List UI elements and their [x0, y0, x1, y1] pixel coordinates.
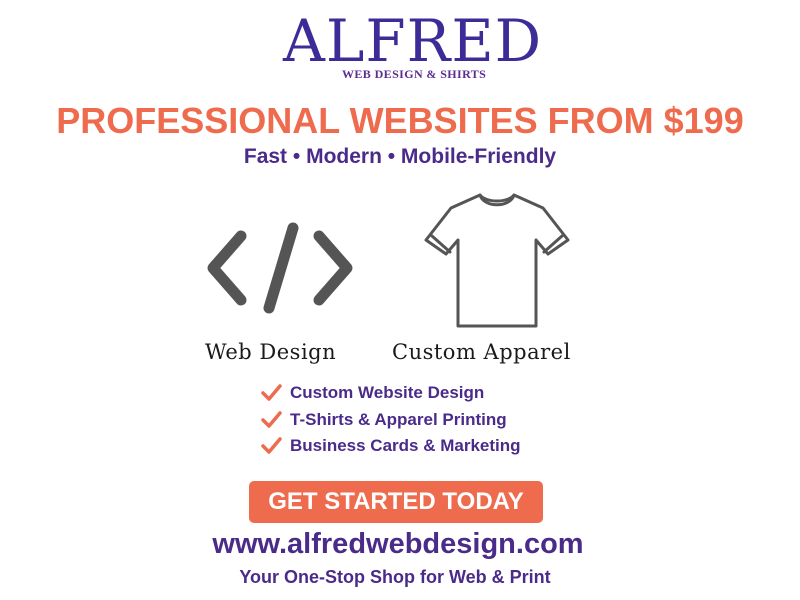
service-label-custom-apparel: Custom Apparel — [392, 340, 571, 364]
feature-label: T-Shirts & Apparel Printing — [290, 409, 507, 429]
checkmark-icon — [261, 437, 282, 454]
logo-wordmark: ALFRED — [283, 7, 543, 75]
code-icon — [207, 222, 353, 314]
headline: PROFESSIONAL WEBSITES FROM $199 — [56, 100, 744, 141]
service-label-web-design: Web Design — [205, 340, 337, 364]
brand-logo: ALFRED WEB DESIGN & SHIRTS — [0, 12, 800, 84]
list-item: T-Shirts & Apparel Printing — [260, 407, 521, 434]
list-item: Business Cards & Marketing — [260, 433, 521, 460]
feature-label: Custom Website Design — [290, 383, 485, 403]
tagline: Fast • Modern • Mobile-Friendly — [243, 145, 557, 168]
website-link[interactable]: www.alfredwebdesign.com — [0, 526, 796, 562]
t-shirt-icon — [424, 193, 570, 328]
feature-label: Business Cards & Marketing — [290, 436, 521, 456]
get-started-button[interactable]: GET STARTED TODAY — [249, 481, 543, 523]
checkmark-icon — [261, 384, 282, 401]
slogan: Your One-Stop Shop for Web & Print — [239, 567, 551, 587]
checkmark-icon — [261, 411, 282, 428]
logo-subtitle: WEB DESIGN & SHIRTS — [342, 67, 487, 81]
list-item: Custom Website Design — [260, 380, 521, 407]
feature-list: Custom Website Design T-Shirts & Apparel… — [260, 380, 521, 460]
